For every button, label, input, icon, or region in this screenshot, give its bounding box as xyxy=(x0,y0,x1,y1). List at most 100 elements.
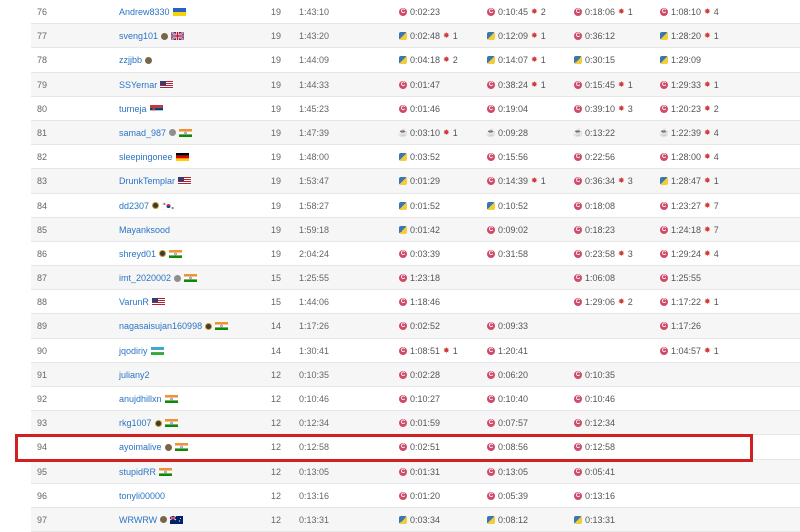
solve-time: 0:02:23 xyxy=(410,0,440,24)
rating-badge-icon xyxy=(161,33,168,40)
total-time-cell: 1:44:06 xyxy=(299,290,329,314)
rank-cell: 83 xyxy=(37,169,47,193)
cpp-icon xyxy=(487,419,495,427)
penalty-count: 2 xyxy=(453,48,458,72)
problem-4-cell: 1:04:57✸1 xyxy=(660,339,719,363)
username-link[interactable]: tonyli00000 xyxy=(119,484,165,508)
solve-time: 0:08:12 xyxy=(498,508,528,532)
penalty-count: 1 xyxy=(714,24,719,48)
solve-time: 0:13:31 xyxy=(585,508,615,532)
problem-1-cell: 0:02:23 xyxy=(399,0,440,24)
cpp-icon xyxy=(399,395,407,403)
penalty-count: 1 xyxy=(453,24,458,48)
score-cell: 15 xyxy=(271,290,281,314)
cpp-icon xyxy=(574,177,582,185)
total-time-cell: 1:44:09 xyxy=(299,48,329,72)
username-link[interactable]: zzjjbb xyxy=(119,48,142,72)
table-row: 88VarunR151:44:061:18:461:29:06✸21:17:22… xyxy=(31,290,800,314)
penalty-count: 3 xyxy=(628,242,633,266)
rating-badge-icon xyxy=(155,420,162,427)
problem-3-cell: 0:13:31 xyxy=(574,508,615,532)
cpp-icon xyxy=(487,81,495,89)
problem-1-cell: 1:18:46 xyxy=(399,290,440,314)
username-link[interactable]: imt_2020002 xyxy=(119,266,171,290)
cpp-icon xyxy=(660,274,668,282)
username-link[interactable]: sveng101 xyxy=(119,24,158,48)
cpp-icon xyxy=(487,250,495,258)
username-link[interactable]: stupidRR xyxy=(119,460,156,484)
total-time-cell: 0:13:16 xyxy=(299,484,329,508)
rank-cell: 85 xyxy=(37,218,47,242)
solve-time: 0:13:16 xyxy=(585,484,615,508)
username-link[interactable]: Mayanksood xyxy=(119,218,170,242)
cpp-icon xyxy=(487,105,495,113)
rank-cell: 79 xyxy=(37,73,47,97)
total-time-cell: 1:58:27 xyxy=(299,194,329,218)
solve-time: 1:28:47 xyxy=(671,169,701,193)
penalty-bug-icon: ✸ xyxy=(443,339,450,363)
username-link[interactable]: samad_987 xyxy=(119,121,166,145)
username-link[interactable]: SSYernar xyxy=(119,73,157,97)
user-cell: rkg1007 xyxy=(119,411,178,435)
username-link[interactable]: jqodiriy xyxy=(119,339,148,363)
username-link[interactable]: sleepingonee xyxy=(119,145,173,169)
username-link[interactable]: juliany2 xyxy=(119,363,150,387)
country-flag-icon xyxy=(170,516,183,524)
python-icon xyxy=(399,56,407,64)
solve-time: 0:10:45 xyxy=(498,0,528,24)
cpp-icon xyxy=(660,8,668,16)
table-row: 81samad_987191:47:390:03:10✸10:09:280:13… xyxy=(31,121,800,145)
username-link[interactable]: nagasaisujan160998 xyxy=(119,314,202,338)
problem-3-cell: 0:39:10✸3 xyxy=(574,97,633,121)
problem-3-cell: 0:12:34 xyxy=(574,411,615,435)
username-link[interactable]: shreyd01 xyxy=(119,242,156,266)
problem-4-cell: 1:22:39✸4 xyxy=(660,121,719,145)
solve-time: 1:24:18 xyxy=(671,218,701,242)
python-icon xyxy=(574,516,582,524)
python-icon xyxy=(399,516,407,524)
problem-3-cell: 0:30:15 xyxy=(574,48,615,72)
username-link[interactable]: dd2307 xyxy=(119,194,149,218)
problem-3-cell: 0:23:58✸3 xyxy=(574,242,633,266)
solve-time: 0:18:06 xyxy=(585,0,615,24)
cpp-icon xyxy=(574,468,582,476)
username-link[interactable]: VarunR xyxy=(119,290,149,314)
country-flag-icon xyxy=(160,81,173,89)
total-time-cell: 1:30:41 xyxy=(299,339,329,363)
problem-2-cell: 0:09:02 xyxy=(487,218,528,242)
cpp-icon xyxy=(660,250,668,258)
penalty-bug-icon: ✸ xyxy=(618,73,625,97)
penalty-count: 4 xyxy=(714,121,719,145)
solve-time: 1:29:09 xyxy=(671,48,701,72)
penalty-bug-icon: ✸ xyxy=(531,169,538,193)
penalty-count: 2 xyxy=(628,290,633,314)
username-link[interactable]: DrunkTemplar xyxy=(119,169,175,193)
username-link[interactable]: Andrew8330 xyxy=(119,0,170,24)
problem-1-cell: 1:23:18 xyxy=(399,266,440,290)
score-cell: 19 xyxy=(271,242,281,266)
problem-2-cell: 1:20:41 xyxy=(487,339,528,363)
problem-4-cell: 1:24:18✸7 xyxy=(660,218,719,242)
country-flag-icon xyxy=(165,395,178,403)
username-link[interactable]: anujdhillxn xyxy=(119,387,162,411)
username-link[interactable]: rkg1007 xyxy=(119,411,152,435)
penalty-count: 1 xyxy=(453,339,458,363)
problem-4-cell: 1:17:26 xyxy=(660,314,701,338)
score-cell: 19 xyxy=(271,145,281,169)
problem-1-cell: 0:03:10✸1 xyxy=(399,121,458,145)
total-time-cell: 1:59:18 xyxy=(299,218,329,242)
penalty-bug-icon: ✸ xyxy=(704,339,711,363)
problem-2-cell: 0:38:24✸1 xyxy=(487,73,546,97)
penalty-count: 1 xyxy=(714,169,719,193)
solve-time: 0:02:48 xyxy=(410,24,440,48)
problem-2-cell: 0:19:04 xyxy=(487,97,528,121)
problem-4-cell: 1:28:20✸1 xyxy=(660,24,719,48)
problem-1-cell: 0:01:59 xyxy=(399,411,440,435)
username-link[interactable]: turneja xyxy=(119,97,147,121)
solve-time: 0:10:52 xyxy=(498,194,528,218)
username-link[interactable]: WRWRW xyxy=(119,508,157,532)
penalty-bug-icon: ✸ xyxy=(618,0,625,24)
penalty-count: 1 xyxy=(541,48,546,72)
solve-time: 0:03:34 xyxy=(410,508,440,532)
table-row: 97WRWRW120:13:310:03:340:08:120:13:31 xyxy=(31,508,800,532)
